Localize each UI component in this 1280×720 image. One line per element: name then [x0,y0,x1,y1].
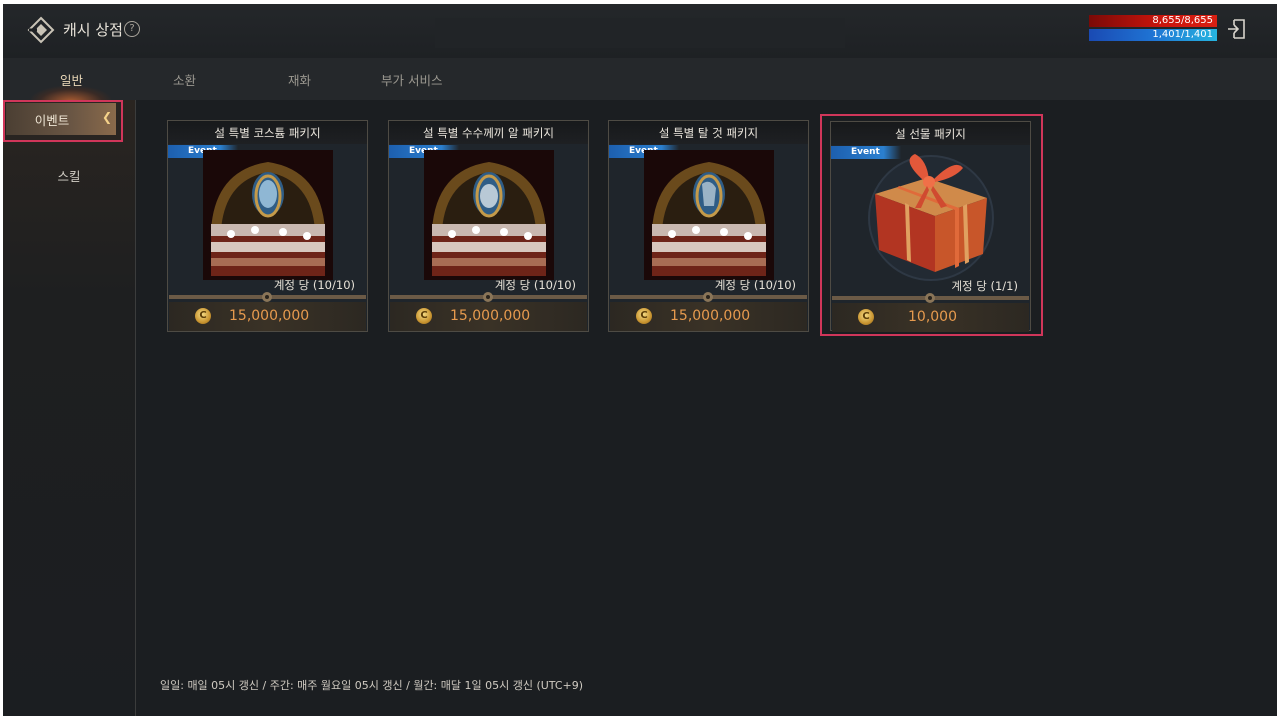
selected-arrow-icon: ❮ [102,110,113,124]
page-title: 캐시 상점 [63,21,123,39]
price-value: 10,000 [908,309,957,325]
help-icon[interactable]: ? [124,21,140,37]
product-name: 설 선물 패키지 [831,122,1030,145]
gift-box-icon [868,154,994,281]
price-band: C 15,000,000 [610,302,807,331]
header-bar: 캐시 상점 ? 8,655/8,655 1,401/1,401 [3,4,1277,58]
card-divider [169,292,366,302]
product-name: 설 특별 코스튬 패키지 [168,121,367,144]
shop-logo-icon [27,16,55,44]
hp-bar: 8,655/8,655 [1089,15,1217,27]
category-sidebar: 구독 스킬 이벤트 ❮ [3,100,136,716]
purchase-limit: 계정 당 (10/10) [273,278,355,292]
product-name: 설 특별 탈 것 패키지 [609,121,808,144]
tab-general[interactable]: 일반 [60,70,83,89]
price-band: C 15,000,000 [169,302,366,331]
sidebar-item-event[interactable]: 이벤트 ❮ [3,100,123,142]
card-divider [610,292,807,302]
treasure-chest-icon [203,150,333,280]
sidebar-item-label: 이벤트 [34,113,70,128]
price-band: C 15,000,000 [390,302,587,331]
card-divider [832,293,1029,303]
product-card-selected[interactable]: 설 선물 패키지 Event 계정 당 (1/1) C 10,000 [830,121,1031,332]
refresh-info-text: 일일: 매일 05시 갱신 / 주간: 매주 월요일 05시 갱신 / 월간: … [160,679,584,692]
exit-icon[interactable] [1225,16,1247,42]
tab-extra-services[interactable]: 부가 서비스 [381,70,442,89]
tab-bar: 일반 소환 재화 부가 서비스 [3,58,1277,102]
purchase-limit: 계정 당 (1/1) [951,279,1018,293]
product-card[interactable]: 설 특별 수수께끼 알 패키지 Event 계정 당 (10/10) C 15,… [388,120,589,332]
sidebar-item-event-background: 이벤트 ❮ [6,103,116,135]
purchase-limit: 계정 당 (10/10) [714,278,796,292]
tab-summon[interactable]: 소환 [173,70,196,89]
purchase-limit: 계정 당 (10/10) [494,278,576,292]
card-divider [390,292,587,302]
price-band: C 10,000 [832,303,1029,332]
treasure-chest-icon [644,150,774,280]
sidebar-item-skill[interactable]: 스킬 [3,166,135,185]
tab-currency[interactable]: 재화 [288,70,311,89]
product-card[interactable]: 설 특별 탈 것 패키지 Event 계정 당 (10/10) C 15,000… [608,120,809,332]
product-card[interactable]: 설 특별 코스튬 패키지 Event 계정 당 (10/10) C 15,000… [167,120,368,332]
header-band [435,18,845,48]
treasure-chest-icon [424,150,554,280]
product-name: 설 특별 수수께끼 알 패키지 [389,121,588,144]
mp-bar: 1,401/1,401 [1089,29,1217,41]
cash-shop-window: 캐시 상점 ? 8,655/8,655 1,401/1,401 일반 소환 재화… [3,4,1277,716]
